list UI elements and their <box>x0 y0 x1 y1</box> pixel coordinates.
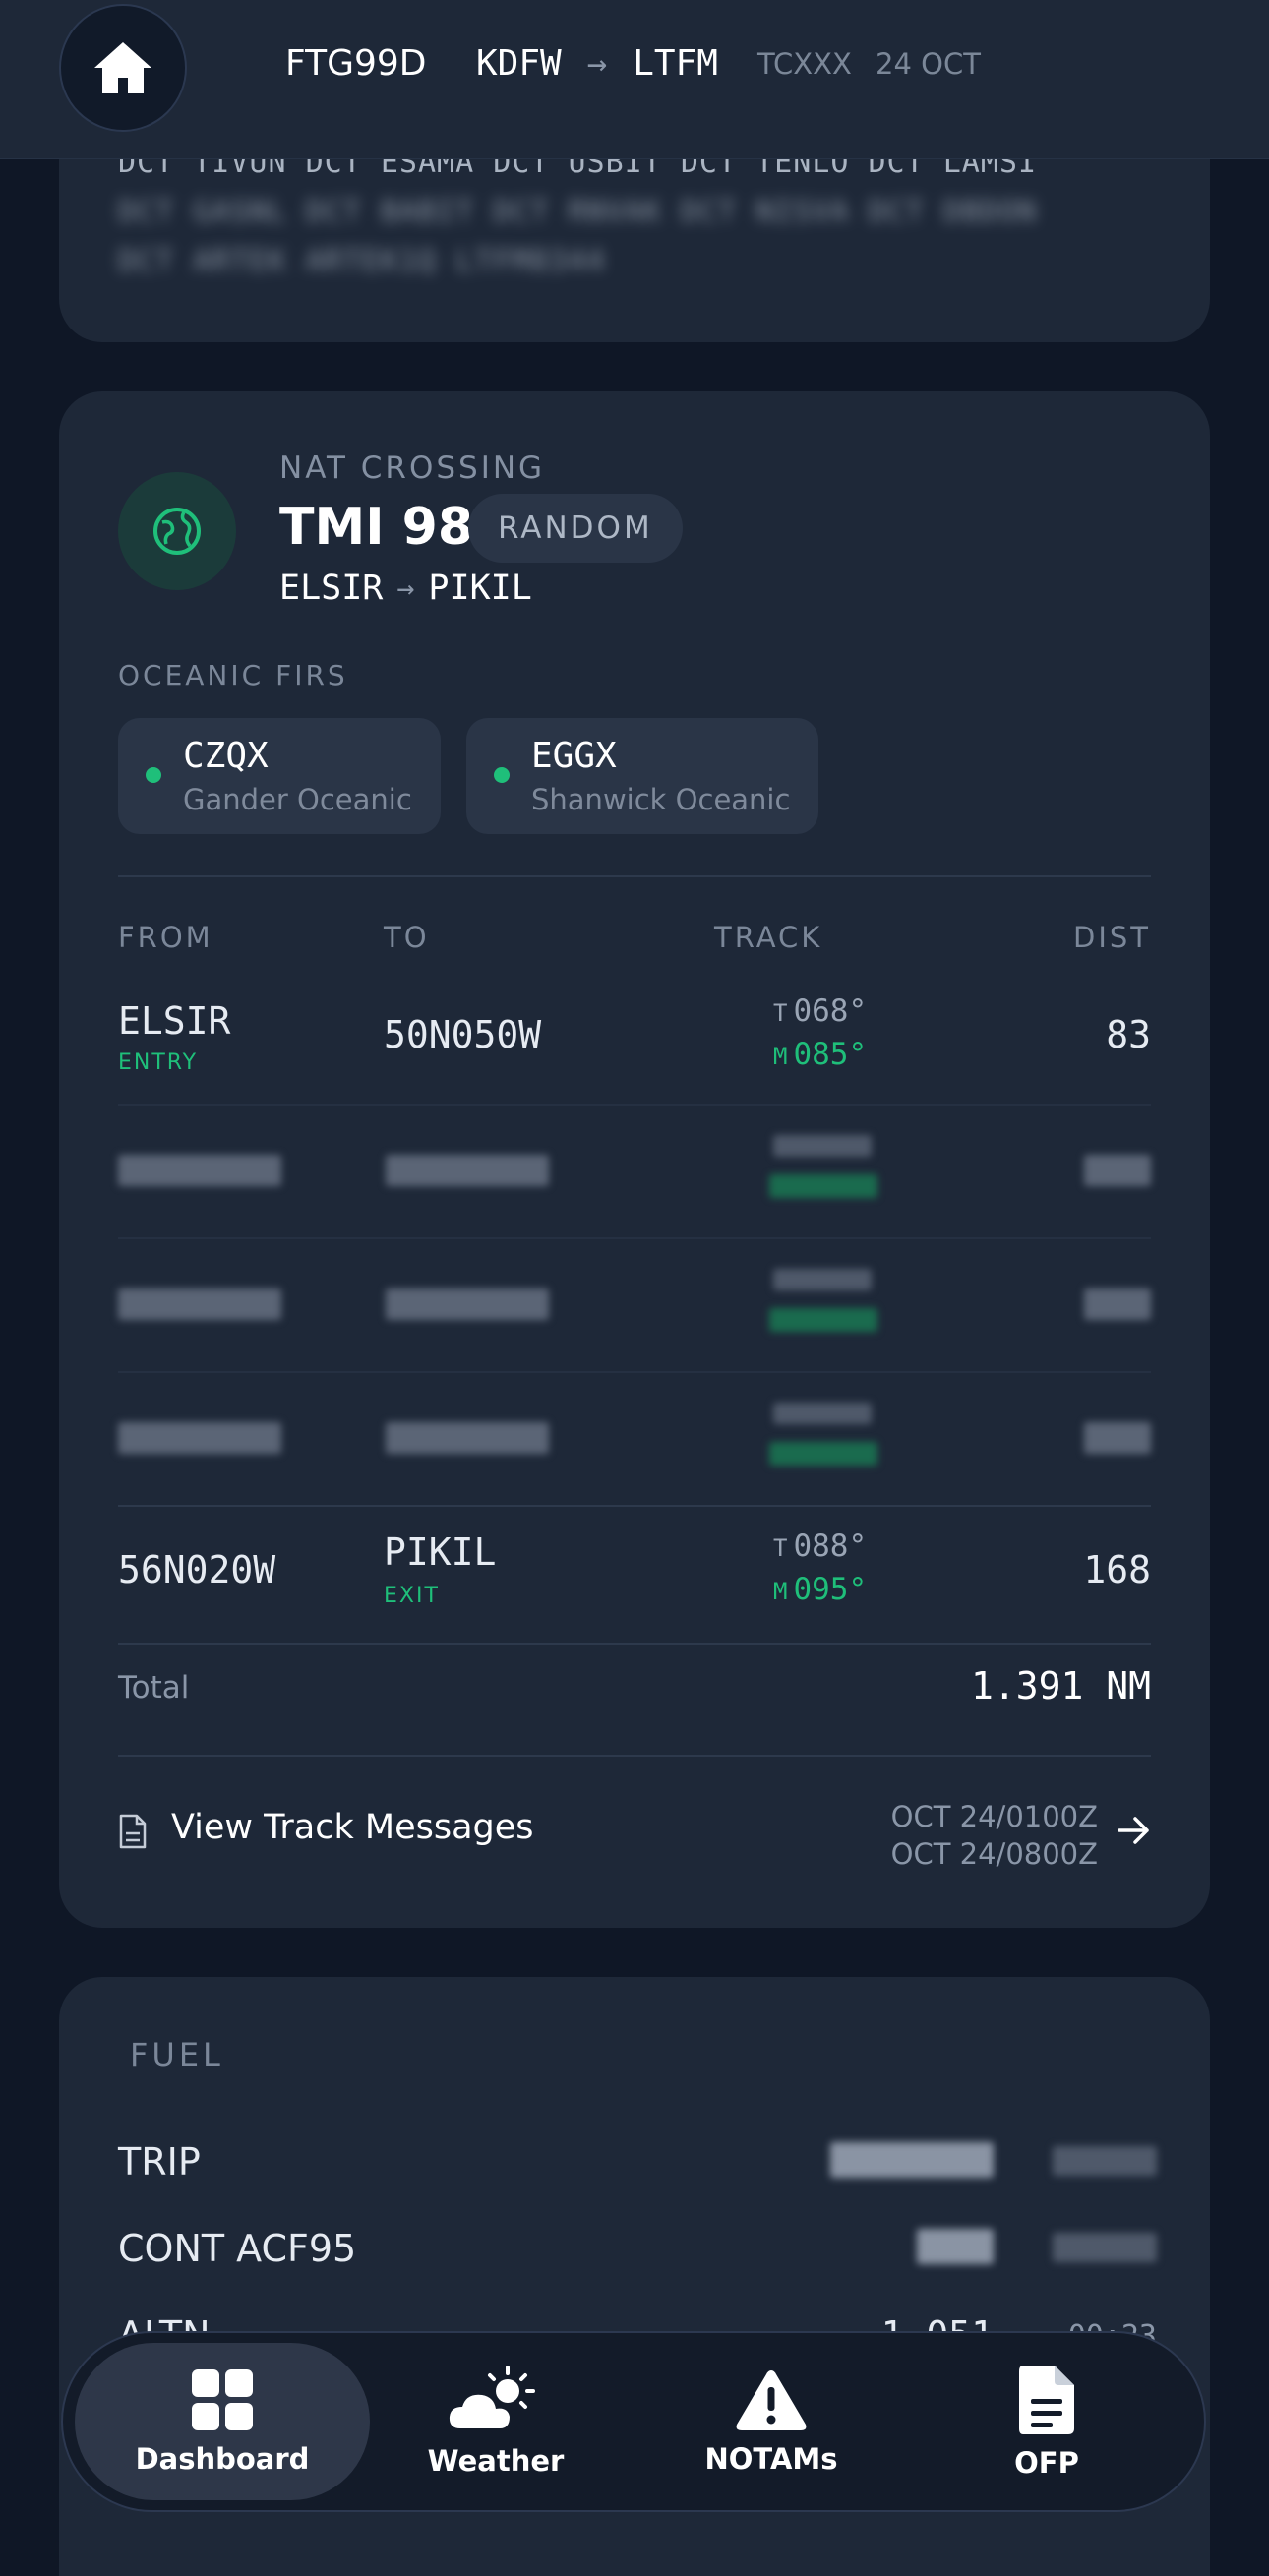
divider <box>118 1505 1151 1507</box>
fir-code: CZQX <box>183 736 269 776</box>
table-row: ELSIR ENTRY 50N050W T 068° M 085° 83 <box>118 993 1151 1111</box>
table-row <box>118 1373 1151 1505</box>
tab-label: Dashboard <box>135 2442 310 2476</box>
redacted-cell <box>1084 1422 1151 1454</box>
nat-entry: ELSIR <box>279 569 384 608</box>
redacted-cell <box>118 1422 281 1454</box>
col-header-to: TO <box>384 921 430 954</box>
arrow-right-icon: → <box>396 570 415 606</box>
view-track-messages-link[interactable]: View Track Messages <box>171 1808 534 1847</box>
col-header-dist: DIST <box>1072 921 1151 954</box>
track-type-badge: RANDOM <box>468 494 683 563</box>
nat-track-title: TMI 98 <box>279 498 474 557</box>
alternate-code: TCXXX <box>757 47 852 81</box>
message-time-1: OCT 24/0100Z <box>890 1800 1098 1833</box>
exit-tag: EXIT <box>384 1584 440 1608</box>
destination-code: LTFM <box>633 43 718 84</box>
table-row <box>118 1239 1151 1371</box>
fir-name: Gander Oceanic <box>183 783 412 816</box>
document-icon <box>119 1814 147 1849</box>
fir-name: Shanwick Oceanic <box>531 783 791 816</box>
fuel-label-cont: CONT ACF95 <box>118 2227 357 2270</box>
distance: 168 <box>1083 1548 1151 1591</box>
redacted-cell <box>769 1442 877 1466</box>
col-header-track: TRACK <box>714 921 823 954</box>
magnetic-track: M 095° <box>773 1572 868 1607</box>
nat-kicker: NAT CROSSING <box>279 450 546 486</box>
tab-notams[interactable]: NOTAMs <box>624 2343 919 2500</box>
nat-crossing-card: NAT CROSSING TMI 98 RANDOM ELSIR → PIKIL… <box>59 391 1210 1928</box>
nat-exit: PIKIL <box>428 569 532 608</box>
waypoint-from: ELSIR <box>118 999 231 1043</box>
fir-chip-czqx[interactable]: CZQX Gander Oceanic <box>118 718 441 834</box>
tab-label: Weather <box>427 2444 565 2478</box>
home-button[interactable] <box>59 4 187 132</box>
fuel-title: FUEL <box>130 2036 224 2073</box>
arrow-right-icon[interactable] <box>1118 1816 1151 1845</box>
table-row <box>118 1106 1151 1237</box>
route-line-2: DCT GASNL DCT BABIT DCT RNVAK DCT NISVA … <box>118 195 1038 229</box>
fuel-label-trip: TRIP <box>118 2140 201 2184</box>
divider <box>118 1643 1151 1645</box>
redacted-cell <box>773 1135 872 1157</box>
nat-entry-exit: ELSIR → PIKIL <box>279 569 532 608</box>
origin-code: KDFW <box>476 43 562 84</box>
tab-weather[interactable]: Weather <box>348 2343 643 2500</box>
true-track: T 068° <box>773 993 868 1029</box>
total-label: Total <box>118 1670 190 1706</box>
fir-chip-eggx[interactable]: EGGX Shanwick Oceanic <box>466 718 818 834</box>
redacted-cell <box>773 1269 872 1290</box>
globe-icon <box>118 472 236 590</box>
redacted-cell <box>386 1422 549 1454</box>
tab-label: NOTAMs <box>704 2442 838 2476</box>
route-line-3: DCT ARTEK ARTEK1Q LTFM0344 <box>118 244 606 278</box>
waypoint-to: 50N050W <box>384 1013 542 1056</box>
col-header-from: FROM <box>118 921 213 954</box>
route-summary: KDFW → LTFM <box>476 43 718 84</box>
redacted-cell <box>118 1288 281 1320</box>
magnetic-track: M 085° <box>773 1037 868 1072</box>
bottom-tab-bar: Dashboard Weather NOTAMs OFP <box>61 2331 1206 2512</box>
waypoint-to: PIKIL <box>384 1530 497 1574</box>
oceanic-firs-label: OCEANIC FIRS <box>118 659 348 691</box>
tab-label: OFP <box>1014 2446 1079 2480</box>
warning-icon <box>736 2370 807 2430</box>
track-message-times: OCT 24/0100Z OCT 24/0800Z <box>891 1798 1098 1873</box>
redacted-cell <box>917 2229 994 2264</box>
redacted-cell <box>1053 2146 1157 2176</box>
redacted-cell <box>769 1308 877 1332</box>
document-icon <box>1019 2366 1074 2434</box>
redacted-cell <box>118 1155 281 1186</box>
tab-dashboard[interactable]: Dashboard <box>75 2343 370 2500</box>
redacted-cell <box>830 2142 994 2178</box>
status-dot <box>146 767 161 783</box>
fir-code: EGGX <box>531 736 617 776</box>
divider <box>118 1755 1151 1757</box>
redacted-cell <box>386 1288 549 1320</box>
arrow-right-icon: → <box>586 43 608 84</box>
entry-tag: ENTRY <box>118 1050 199 1075</box>
redacted-cell <box>1084 1155 1151 1186</box>
redacted-cell <box>769 1174 877 1198</box>
redacted-cell <box>386 1155 549 1186</box>
flight-date: 24 OCT <box>876 47 981 81</box>
total-distance: 1.391 NM <box>970 1664 1151 1707</box>
message-time-2: OCT 24/0800Z <box>890 1837 1098 1871</box>
redacted-cell <box>773 1403 872 1424</box>
waypoint-from: 56N020W <box>118 1548 276 1591</box>
tab-ofp[interactable]: OFP <box>899 2343 1194 2500</box>
home-icon <box>94 42 151 93</box>
true-track: T 088° <box>773 1528 868 1564</box>
table-row: 56N020W PIKIL EXIT T 088° M 095° 168 <box>118 1528 1151 1647</box>
status-dot <box>494 767 510 783</box>
redacted-cell <box>1084 1288 1151 1320</box>
flight-number: FTG99D <box>285 43 427 84</box>
top-header: FTG99D KDFW → LTFM TCXXX 24 OCT <box>0 0 1269 159</box>
distance: 83 <box>1106 1013 1151 1056</box>
weather-icon <box>449 2366 535 2428</box>
dashboard-icon <box>192 2369 253 2430</box>
redacted-cell <box>1053 2233 1157 2262</box>
divider <box>118 875 1151 877</box>
